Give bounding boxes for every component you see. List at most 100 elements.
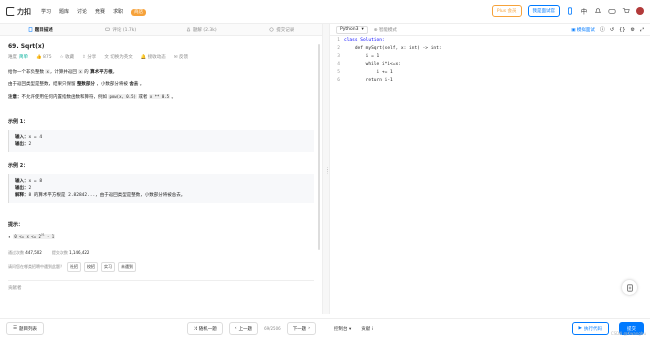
switch-language-button[interactable]: 文 切换为英文	[104, 54, 132, 60]
phone-icon[interactable]	[566, 7, 574, 15]
code-line: 4 while i*i<=x:	[330, 60, 650, 68]
contributors-section[interactable]: 贡献者	[8, 280, 314, 291]
explanation-value: 8 的算术平方根是 2.82842...，由于返回类型是整数，小数部分将被舍去。	[28, 193, 186, 198]
problem-meta: 难度 简单 👍 875 ☆ 收藏 ⇪ 分享 文 切换为英文 🔔 接收动态 ✉ 反…	[8, 54, 314, 61]
output-value: 2	[28, 186, 32, 191]
desc-text: 或者	[138, 95, 148, 100]
input-label: 输入：	[15, 179, 29, 184]
language-select[interactable]: Python3 ▾	[336, 25, 368, 34]
desc-text: 由于返回类型是整数，结果只保留	[8, 82, 76, 87]
inline-code: x ** 0.5	[148, 94, 171, 99]
store-badge: 商店	[131, 8, 147, 16]
tab-comments-label: 评论 (1.7k)	[112, 27, 137, 33]
favorite-button[interactable]: ☆ 收藏	[60, 54, 74, 60]
hint-constraint-text: 0 <= x <= 2	[14, 234, 41, 240]
random-problem-button[interactable]: ⤨ 随机一题	[187, 322, 223, 335]
nav-contest[interactable]: 竞赛	[95, 8, 105, 15]
info-icon[interactable]: ⓘ	[600, 26, 605, 33]
share-button[interactable]: ⇪ 分享	[82, 54, 96, 60]
tab-submissions[interactable]: 提交记录	[242, 27, 323, 33]
comment-icon	[105, 27, 111, 31]
panel-divider[interactable]: ⋮ ⋮	[322, 24, 330, 314]
desc-bold: 整数部分	[76, 82, 95, 87]
feedback-button[interactable]: ✉ 反馈	[174, 54, 188, 60]
doc-icon	[28, 27, 32, 32]
line-number: 4	[337, 61, 340, 67]
example-input: 输入：x = 4	[15, 134, 308, 141]
nav-jobs[interactable]: 求职	[113, 8, 123, 15]
submit-stat: 提交次数 1,146,422	[52, 250, 90, 256]
nav-problems[interactable]: 题库	[59, 8, 69, 15]
problem-note: 注意：不允许使用任何内置指数函数和算符，例如 pow(x, 0.5) 或者 x …	[8, 93, 314, 102]
input-value: x = 8	[28, 179, 43, 184]
social-hire-button[interactable]: 社招	[67, 262, 81, 273]
desc-text: 的	[84, 70, 89, 75]
mock-interview-button[interactable]: ▣ 模拟面试	[571, 27, 595, 33]
code-text: def mySqrt(self, x: int) -> int:	[344, 45, 442, 51]
svg-text:中: 中	[581, 7, 587, 15]
like-count: 875	[43, 54, 52, 60]
tab-description[interactable]: 题目描述	[0, 27, 81, 33]
line-number: 2	[337, 45, 340, 51]
next-problem-button[interactable]: 下一题 ›	[286, 322, 316, 335]
desc-text: 。	[112, 70, 118, 75]
submit-count: 1,146,422	[69, 250, 90, 256]
problem-scrollbar[interactable]	[318, 44, 320, 250]
tab-solutions[interactable]: 题解 (2.3k)	[161, 27, 242, 33]
pass-count: 447,502	[25, 250, 42, 256]
example-1-box: 输入：x = 4 输出：2	[8, 130, 314, 152]
line-number: 3	[337, 53, 340, 59]
flask-icon	[186, 27, 191, 32]
notes-float-button[interactable]	[622, 280, 637, 295]
campus-hire-button[interactable]: 校招	[84, 262, 98, 273]
problem-list-button[interactable]: ☰ 题目列表	[6, 322, 45, 335]
inline-code: pow(x, 0.5)	[108, 94, 137, 99]
desc-bold: 舍去	[129, 82, 139, 87]
prev-problem-button[interactable]: ‹ 上一题	[228, 322, 259, 335]
interview-question-text: 请问您在哪类招聘中遇到此题？	[8, 264, 64, 270]
tab-submissions-label: 提交记录	[276, 27, 295, 33]
line-number: 5	[337, 69, 340, 75]
language-label: Python3	[340, 27, 359, 32]
nav-discuss[interactable]: 讨论	[77, 8, 87, 15]
desc-text: ，计算并返回	[49, 70, 77, 75]
contribute-button[interactable]: 贡献 i	[361, 326, 373, 332]
smart-mode-toggle[interactable]: ⊕ 智能模式	[374, 27, 397, 33]
cart-icon[interactable]	[622, 7, 630, 15]
run-code-button[interactable]: ▶ 执行代码	[571, 322, 609, 335]
logo[interactable]: 力扣	[6, 7, 31, 17]
translate-icon[interactable]: 中	[580, 7, 588, 15]
not-encountered-button[interactable]: 未遇到	[118, 262, 136, 273]
gamepad-icon[interactable]	[608, 7, 616, 15]
reset-icon[interactable]: ↺	[610, 27, 614, 33]
problem-description-2: 由于返回类型是整数，结果只保留 整数部分 ，小数部分将被 舍去 。	[8, 81, 314, 89]
logo-icon	[6, 7, 15, 16]
internship-button[interactable]: 实习	[101, 262, 115, 273]
bell-icon[interactable]	[594, 7, 602, 15]
notify-label: 接收动态	[147, 55, 166, 60]
nav-store[interactable]: 商店	[131, 8, 147, 16]
play-icon: ▶	[578, 326, 582, 331]
plus-member-button[interactable]: Plus 会员	[491, 5, 522, 17]
tab-comments[interactable]: 评论 (1.7k)	[81, 27, 162, 33]
watermark: CSDN @Kwanghu	[610, 331, 646, 336]
bell-icon: 🔔	[140, 55, 148, 60]
code-line: 1 class Solution:	[330, 36, 650, 44]
prev-label: 上一题	[238, 326, 253, 332]
inline-code: x	[78, 69, 83, 74]
chevron-right-icon: ›	[308, 326, 310, 331]
logo-text: 力扣	[17, 7, 31, 16]
interviewer-button[interactable]: 我是面试官	[527, 5, 560, 17]
console-toggle[interactable]: 控制台 ▾	[334, 326, 351, 332]
nav-learn[interactable]: 学习	[41, 8, 51, 15]
problem-list-label: 题目列表	[19, 326, 38, 332]
like-button[interactable]: 👍 875	[36, 55, 52, 60]
notepad-icon	[626, 283, 633, 292]
avatar[interactable]	[636, 7, 644, 15]
explanation-label: 解释：	[15, 193, 29, 198]
braces-icon[interactable]: {}	[619, 27, 625, 33]
notify-button[interactable]: 🔔 接收动态	[141, 54, 166, 60]
fullscreen-icon[interactable]: ⤢	[640, 27, 644, 33]
code-editor[interactable]: 1 class Solution: 2 def mySqrt(self, x: i…	[330, 36, 650, 314]
settings-icon[interactable]: ⚙	[631, 27, 635, 33]
